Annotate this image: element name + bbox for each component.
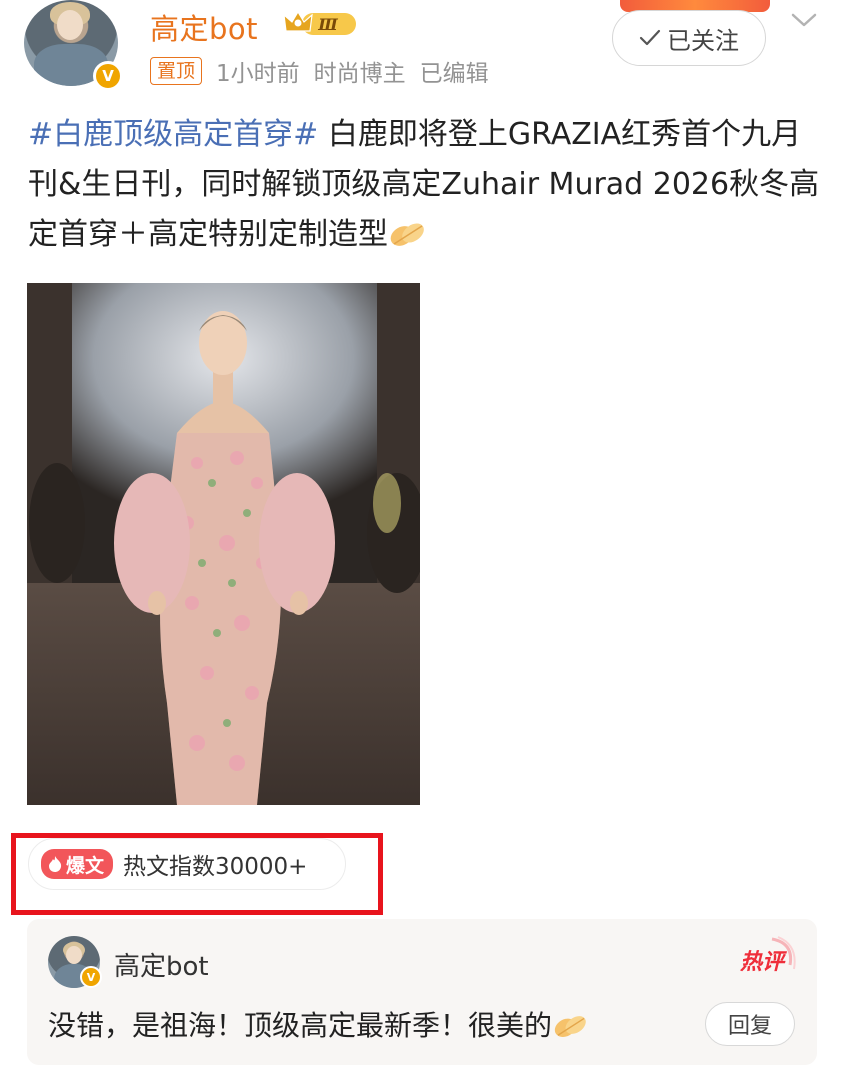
hot-comment-badge: 热评: [739, 936, 796, 975]
chevron-down-icon[interactable]: [790, 10, 818, 30]
folded-hands-icon: [554, 1016, 586, 1037]
commenter-username[interactable]: 高定bot: [114, 946, 209, 983]
runway-photo: [27, 283, 420, 805]
svg-text:Ⅲ: Ⅲ: [317, 15, 338, 34]
folded-hands-icon: [390, 223, 424, 246]
author-username[interactable]: 高定bot: [150, 6, 258, 48]
comment-text: 没错，是祖海！顶级高定最新季！很美的: [48, 1004, 590, 1044]
edited-label[interactable]: 已编辑: [420, 54, 489, 88]
follow-label: 已关注: [667, 26, 739, 55]
post-body: #白鹿顶级高定首穿# 白鹿即将登上GRAZIA红秀首个九月刊&生日刊，同时解锁顶…: [28, 110, 828, 260]
reply-button[interactable]: 回复: [705, 1002, 795, 1046]
verified-icon: V: [93, 61, 123, 91]
author-type: 时尚博主: [313, 61, 406, 87]
post-time: 1小时前: [216, 61, 300, 87]
pinned-tag: 置顶: [150, 57, 203, 85]
verified-icon: V: [80, 966, 102, 988]
post-image[interactable]: [27, 283, 420, 805]
crown-icon[interactable]: Ⅲ: [282, 9, 358, 39]
red-highlight-box: [11, 833, 383, 915]
post-meta: 置顶 1小时前 时尚博主 已编辑: [150, 54, 489, 88]
svg-text:热评: 热评: [739, 950, 788, 975]
check-icon: [639, 29, 661, 46]
follow-button[interactable]: 已关注: [612, 10, 766, 66]
hashtag-link[interactable]: #白鹿顶级高定首穿#: [28, 117, 318, 152]
weibo-post-page: V 高定bot Ⅲ 已关注 置顶 1小时前 时尚博主 已编辑 #白鹿顶级高定首穿…: [0, 0, 842, 1080]
